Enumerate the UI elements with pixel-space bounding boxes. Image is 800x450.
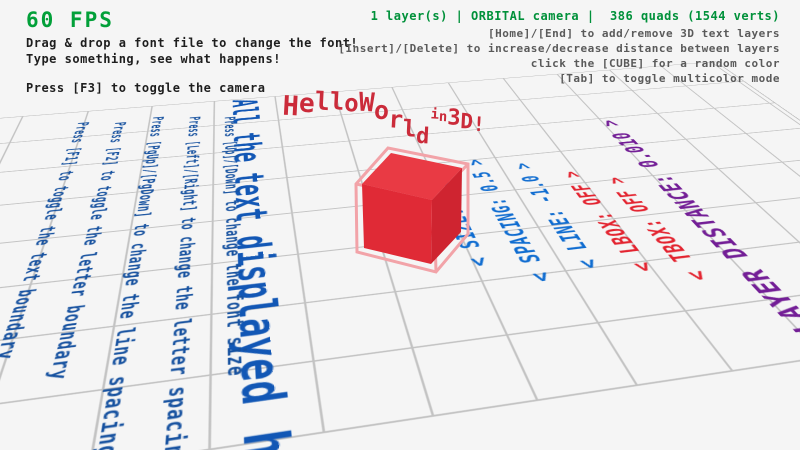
wave-letter: r: [388, 105, 404, 134]
app-window: All the text displayed here is in 3D Pre…: [0, 0, 800, 450]
hint-add-remove-layers: [Home]/[End] to add/remove 3D text layer…: [488, 27, 780, 40]
fps-counter: 60 FPS: [26, 8, 114, 32]
hint-toggle-camera: Press [F3] to toggle the camera: [26, 81, 265, 95]
wave-letter: o: [373, 95, 390, 125]
wave-letter: l: [314, 86, 331, 116]
wave-letter: 3: [447, 105, 462, 131]
stats-readout: 1 layer(s) | ORBITAL camera | 386 quads …: [371, 9, 780, 23]
hint-drag-drop-font: Drag & drop a font file to change the fo…: [26, 36, 358, 50]
wave-letter: l: [402, 116, 417, 143]
hint-type-something: Type something, see what happens!: [26, 52, 281, 66]
wave-letter: H: [282, 91, 300, 123]
wave-letter: o: [344, 89, 360, 118]
wave-letter: e: [298, 89, 315, 120]
wave-letter: !: [472, 112, 485, 137]
hint-layer-distance: [Insert]/[Delete] to increase/decrease d…: [338, 42, 780, 55]
wave-letter: d: [415, 124, 430, 150]
hint-cube-random-color: click the [CUBE] for a random color: [531, 57, 780, 70]
wave-letter: l: [329, 87, 345, 116]
hint-multicolor-mode: [Tab] to toggle multicolor mode: [559, 72, 780, 85]
wave-letter: W: [358, 88, 375, 119]
